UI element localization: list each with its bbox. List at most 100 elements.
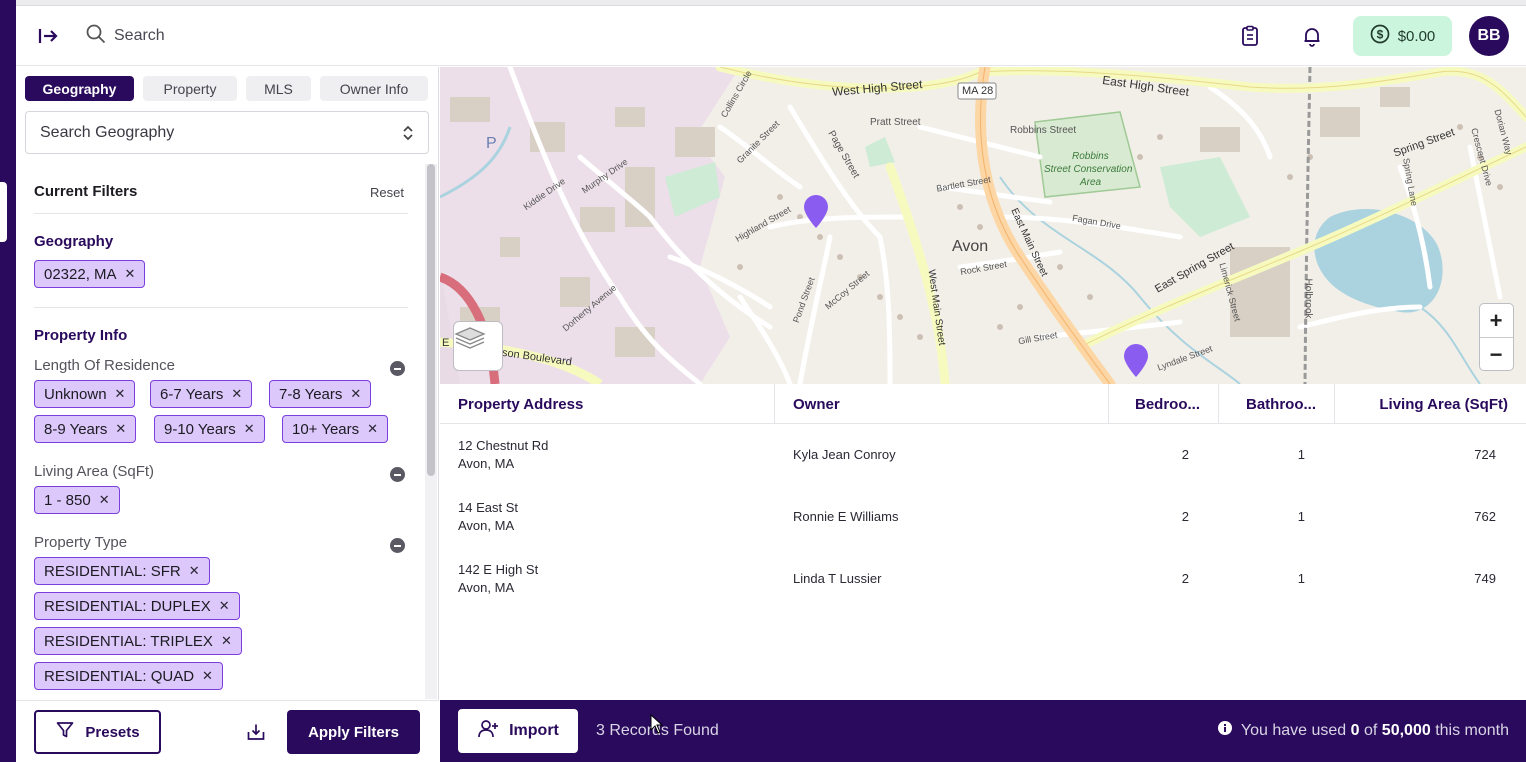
remove-chip-icon[interactable]: ✕ [115, 386, 126, 402]
cell-bathrooms: 1 [1297, 509, 1305, 524]
remove-chip-icon[interactable]: ✕ [202, 668, 213, 684]
usage-info: You have used 0 of 50,000 this month [1217, 720, 1509, 741]
layers-icon[interactable] [453, 321, 503, 371]
column-header-bathrooms[interactable]: Bathroo... [1219, 384, 1335, 424]
map-label: Robbins [1072, 151, 1109, 162]
table-header: Property Address Owner Bedroo... Bathroo… [440, 384, 1526, 424]
geography-section-title: Geography [34, 233, 114, 250]
zoom-in-button[interactable]: + [1480, 304, 1512, 337]
download-icon[interactable] [246, 722, 266, 742]
wallet-balance-button[interactable]: $ $0.00 [1353, 16, 1452, 56]
cell-bedrooms: 2 [1181, 509, 1189, 524]
apply-filters-button[interactable]: Apply Filters [287, 710, 420, 754]
table-row[interactable]: 14 East St Avon, MA Ronnie E Williams 2 … [440, 486, 1526, 548]
cell-living-area: 762 [1474, 509, 1496, 524]
remove-chip-icon[interactable]: ✕ [99, 492, 110, 508]
tab-geography[interactable]: Geography [25, 76, 134, 101]
global-search [86, 24, 334, 48]
cell-bedrooms: 2 [1181, 447, 1189, 462]
remove-chip-icon[interactable]: ✕ [231, 386, 242, 402]
cell-owner: Linda T Lussier [793, 571, 882, 586]
column-header-living-area[interactable]: Living Area (SqFt) [1335, 384, 1526, 424]
left-rail [0, 0, 16, 762]
geography-search-select[interactable]: Search Geography [25, 111, 429, 154]
length-of-residence-label: Length Of Residence [34, 357, 175, 374]
cell-bathrooms: 1 [1297, 571, 1305, 586]
remove-chip-icon[interactable]: ✕ [219, 598, 230, 614]
remove-chip-icon[interactable]: ✕ [125, 266, 136, 282]
column-header-owner[interactable]: Owner [775, 384, 1109, 424]
zoom-out-button[interactable]: − [1480, 338, 1512, 371]
map-view[interactable]: MA 28 West High Street East High Street … [440, 67, 1526, 384]
presets-button[interactable]: Presets [34, 710, 161, 754]
remove-chip-icon[interactable]: ✕ [189, 563, 200, 579]
column-header-bedrooms[interactable]: Bedroo... [1109, 384, 1219, 424]
tab-owner-info[interactable]: Owner Info [320, 76, 428, 101]
table-row[interactable]: 142 E High St Avon, MA Linda T Lussier 2… [440, 548, 1526, 610]
filter-chip: 6-7 Years ✕ [150, 380, 253, 408]
import-button[interactable]: Import [458, 709, 578, 753]
cell-address: 12 Chestnut Rd Avon, MA [458, 438, 549, 471]
mouse-cursor-icon [650, 713, 664, 734]
current-filters-title: Current Filters [34, 183, 138, 200]
sidebar-footer: Presets Apply Filters [16, 700, 439, 762]
map-label: MA 28 [962, 85, 994, 97]
expand-sidebar-icon[interactable] [36, 24, 60, 48]
remove-chip-icon[interactable]: ✕ [244, 421, 255, 437]
filter-chip: 7-8 Years ✕ [269, 380, 372, 408]
info-icon [1217, 720, 1233, 741]
filter-tabs: Geography Property MLS Owner Info [25, 76, 428, 101]
remove-filter-group-icon[interactable] [390, 538, 405, 553]
add-user-icon [477, 718, 499, 745]
divider [34, 213, 408, 214]
divider [34, 307, 408, 308]
chevron-up-down-icon [400, 124, 416, 142]
rail-handle[interactable] [0, 182, 7, 242]
filter-chip: Unknown ✕ [34, 380, 136, 408]
filter-chip: 1 - 850 ✕ [34, 486, 120, 514]
parking-icon: P [486, 135, 497, 152]
remove-chip-icon[interactable]: ✕ [115, 421, 126, 437]
map-label: Holbrook [1302, 278, 1314, 319]
scrollbar-thumb[interactable] [427, 164, 435, 476]
filter-chip: 02322, MA ✕ [34, 260, 146, 288]
balance-amount: $0.00 [1397, 27, 1436, 45]
cell-living-area: 749 [1474, 571, 1496, 586]
map-marker-pin[interactable] [803, 195, 829, 229]
app-window: $ $0.00 BB Geography Property MLS Owner … [0, 0, 1526, 762]
remove-chip-icon[interactable]: ✕ [350, 386, 361, 402]
map-label: Street Conservation [1044, 164, 1133, 175]
reset-button[interactable]: Reset [370, 185, 404, 200]
remove-chip-icon[interactable]: ✕ [367, 421, 378, 437]
map-marker-pin[interactable] [1123, 344, 1149, 378]
remove-chip-icon[interactable]: ✕ [221, 633, 232, 649]
tab-property[interactable]: Property [143, 76, 237, 101]
cell-bedrooms: 2 [1181, 571, 1189, 586]
geography-search-placeholder: Search Geography [40, 123, 175, 141]
cell-owner: Ronnie E Williams [793, 509, 899, 524]
results-footer-bar: Import 3 Records Found You have used 0 o… [440, 700, 1526, 762]
bell-icon[interactable] [1300, 24, 1324, 48]
cell-owner: Kyla Jean Conroy [793, 447, 896, 462]
search-input[interactable] [114, 27, 334, 45]
filter-chip: RESIDENTIAL: SFR ✕ [34, 557, 210, 585]
filter-chip: 10+ Years ✕ [282, 415, 389, 443]
column-header-address[interactable]: Property Address [440, 384, 775, 424]
map-label: Robbins Street [1010, 125, 1077, 136]
filter-chip: RESIDENTIAL: TRIPLEX ✕ [34, 627, 242, 655]
tab-mls[interactable]: MLS [246, 76, 311, 101]
property-info-section-title: Property Info [34, 327, 128, 344]
remove-filter-group-icon[interactable] [390, 361, 405, 376]
map-label: Avon [952, 238, 989, 255]
property-type-label: Property Type [34, 534, 128, 551]
clipboard-icon[interactable] [1238, 24, 1262, 48]
remove-filter-group-icon[interactable] [390, 467, 405, 482]
filters-scrollbar[interactable] [425, 164, 437, 699]
table-row[interactable]: 12 Chestnut Rd Avon, MA Kyla Jean Conroy… [440, 424, 1526, 486]
avatar[interactable]: BB [1469, 16, 1509, 56]
cell-address: 14 East St Avon, MA [458, 500, 518, 533]
search-icon [86, 24, 106, 49]
results-table: Property Address Owner Bedroo... Bathroo… [440, 384, 1526, 700]
map-label: Pratt Street [870, 117, 921, 128]
cell-bathrooms: 1 [1297, 447, 1305, 462]
